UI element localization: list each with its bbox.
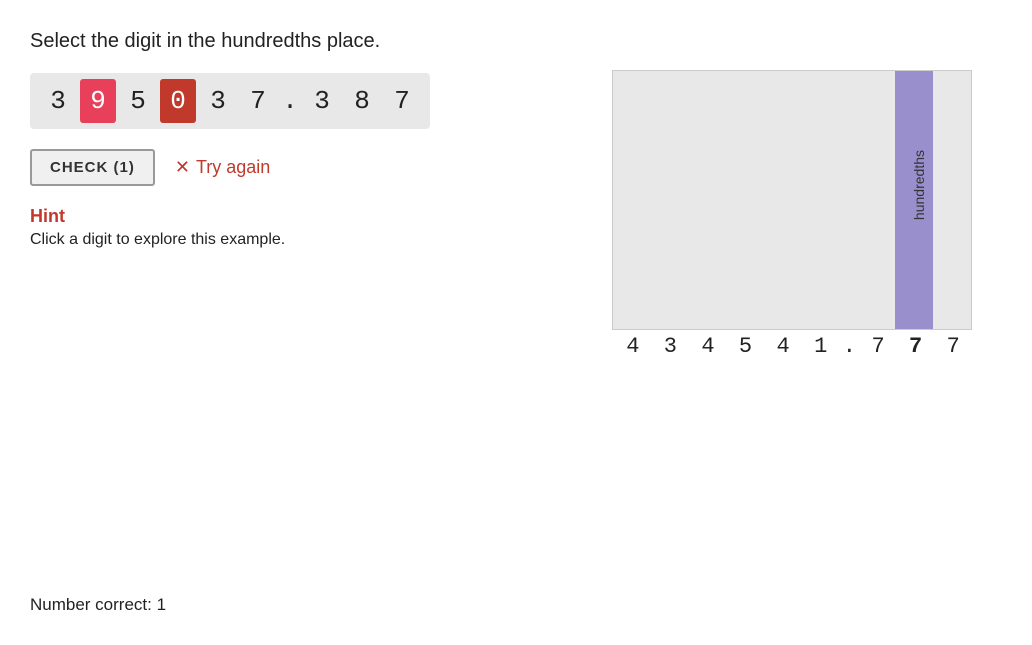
chart-d7: 7 xyxy=(859,334,897,359)
chart-d6: 1 xyxy=(802,334,840,359)
chart-d8-highlighted: 7 xyxy=(897,334,935,359)
chart-d9: 7 xyxy=(934,334,972,359)
digit-7-1[interactable]: 7 xyxy=(240,79,276,123)
chart-dot: . xyxy=(839,334,859,359)
digit-9[interactable]: 9 xyxy=(80,79,116,123)
decimal-point: . xyxy=(280,79,300,123)
digit-0[interactable]: 0 xyxy=(160,79,196,123)
chart-d1: 4 xyxy=(614,334,652,359)
chart-d2: 3 xyxy=(652,334,690,359)
chart-d4: 5 xyxy=(727,334,765,359)
chart-d5: 4 xyxy=(764,334,802,359)
try-again-label[interactable]: Try again xyxy=(196,157,270,178)
x-icon: ✕ xyxy=(175,157,190,178)
right-panel: hundredths 4 3 4 5 4 1 . 7 7 7 xyxy=(612,70,972,359)
number-display: 3 9 5 0 3 7 . 3 8 7 xyxy=(30,73,430,129)
digit-5[interactable]: 5 xyxy=(120,79,156,123)
digit-8[interactable]: 8 xyxy=(344,79,380,123)
chart-d3: 4 xyxy=(689,334,727,359)
number-correct: Number correct: 1 xyxy=(30,595,166,615)
digit-3-1[interactable]: 3 xyxy=(40,79,76,123)
digit-3-2[interactable]: 3 xyxy=(200,79,236,123)
digit-7-2[interactable]: 7 xyxy=(384,79,420,123)
try-again-section: ✕ Try again xyxy=(175,157,270,178)
chart-area: hundredths xyxy=(612,70,972,330)
digit-3-3[interactable]: 3 xyxy=(304,79,340,123)
instruction-text: Select the digit in the hundredths place… xyxy=(30,30,1002,53)
check-button[interactable]: CHECK (1) xyxy=(30,149,155,186)
chart-numbers: 4 3 4 5 4 1 . 7 7 7 xyxy=(612,334,972,359)
chart-bar-label: hundredths xyxy=(911,150,927,220)
